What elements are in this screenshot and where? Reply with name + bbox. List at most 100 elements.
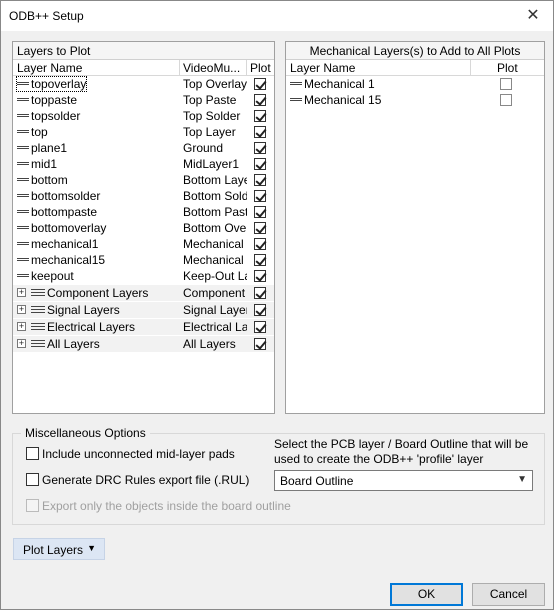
close-icon[interactable]: ✕: [523, 5, 543, 25]
mechanical-layers-panel: Mechanical Layers(s) to Add to All Plots…: [285, 41, 545, 414]
layer-row[interactable]: topoverlay Top Overlay: [13, 76, 274, 92]
layer-name-text: topoverlay: [31, 77, 87, 91]
layer-row[interactable]: toppaste Top Paste: [13, 92, 274, 108]
generate-drc-option[interactable]: Generate DRC Rules export file (.RUL): [26, 473, 266, 487]
mech-col-plot[interactable]: Plot: [497, 61, 518, 75]
layer-group-video-name: Component: [183, 286, 246, 300]
plot-checkbox[interactable]: [254, 222, 266, 234]
cancel-button[interactable]: Cancel: [472, 583, 545, 606]
layer-row[interactable]: top Top Layer: [13, 124, 274, 140]
layer-video-name: Bottom Sold: [183, 189, 247, 203]
plot-checkbox[interactable]: [254, 270, 266, 282]
layers-to-plot-panel: Layers to Plot Layer Name VideoMu... Plo…: [12, 41, 275, 414]
layer-stack-icon: [31, 340, 45, 348]
plot-checkbox[interactable]: [254, 254, 266, 266]
layer-name: top: [17, 125, 48, 139]
layer-group-video-name: Signal Layers: [183, 303, 247, 317]
include-unconnected-option[interactable]: Include unconnected mid-layer pads: [26, 447, 266, 461]
layer-group-list: + Component Layers Component + Signal Layers…: [13, 284, 274, 352]
generate-drc-checkbox[interactable]: [26, 473, 39, 486]
export-inside-label: Export only the objects inside the board…: [42, 499, 291, 513]
plot-checkbox[interactable]: [254, 94, 266, 106]
plot-checkbox[interactable]: [254, 174, 266, 186]
chevron-down-icon: ▼: [517, 474, 527, 485]
layer-group-name: Signal Layers: [31, 303, 120, 317]
layer-row[interactable]: bottomoverlay Bottom Over: [13, 220, 274, 236]
layer-row[interactable]: topsolder Top Solder: [13, 108, 274, 124]
layer-name: bottom: [17, 173, 68, 187]
layer-row[interactable]: plane1 Ground: [13, 140, 274, 156]
plot-checkbox[interactable]: [254, 158, 266, 170]
mech-layer-name: Mechanical 1: [290, 77, 375, 91]
layer-video-name: Ground: [183, 141, 224, 155]
mech-plot-checkbox[interactable]: [500, 78, 512, 90]
layer-icon: [17, 210, 29, 214]
layer-row[interactable]: keepout Keep-Out La: [13, 268, 274, 284]
group-plot-checkbox[interactable]: [254, 304, 266, 316]
layer-group-name-text: All Layers: [47, 337, 100, 351]
layer-icon: [17, 146, 29, 150]
expand-icon[interactable]: +: [17, 288, 26, 297]
layer-group-row[interactable]: + Component Layers Component: [13, 284, 274, 301]
profile-layer-select[interactable]: Board Outline ▼: [274, 470, 533, 491]
plot-checkbox[interactable]: [254, 238, 266, 250]
group-plot-checkbox[interactable]: [254, 287, 266, 299]
layer-name-text: bottompaste: [31, 205, 98, 219]
group-plot-checkbox[interactable]: [254, 321, 266, 333]
plot-checkbox[interactable]: [254, 126, 266, 138]
plot-checkbox[interactable]: [254, 78, 266, 90]
layer-name-text: topsolder: [31, 109, 81, 123]
plot-checkbox[interactable]: [254, 206, 266, 218]
layer-group-row[interactable]: + Electrical Layers Electrical Lay: [13, 318, 274, 335]
plot-checkbox[interactable]: [254, 110, 266, 122]
layer-group-row[interactable]: + Signal Layers Signal Layers: [13, 301, 274, 318]
layer-group-row[interactable]: + All Layers All Layers: [13, 335, 274, 352]
layer-row[interactable]: bottomsolder Bottom Sold: [13, 188, 274, 204]
include-unconnected-checkbox[interactable]: [26, 447, 39, 460]
layer-stack-icon: [31, 289, 45, 297]
expand-icon[interactable]: +: [17, 339, 26, 348]
layer-row[interactable]: mechanical1 Mechanical 1: [13, 236, 274, 252]
layer-stack-icon: [31, 306, 45, 314]
layer-name-text: keepout: [31, 269, 74, 283]
mech-layer-row[interactable]: Mechanical 1: [286, 76, 544, 92]
layer-row[interactable]: mid1 MidLayer1: [13, 156, 274, 172]
layer-row[interactable]: bottompaste Bottom Past: [13, 204, 274, 220]
layer-name-text: bottom: [31, 173, 68, 187]
layer-name: mechanical1: [17, 237, 98, 251]
layer-row[interactable]: mechanical15 Mechanical 1: [13, 252, 274, 268]
col-video-mu[interactable]: VideoMu...: [183, 61, 240, 75]
layer-icon: [17, 98, 29, 102]
layer-name-text: mechanical1: [31, 237, 99, 251]
expand-icon[interactable]: +: [17, 322, 26, 331]
dialog-footer: OK Cancel: [1, 573, 553, 609]
layer-name: topoverlay: [15, 76, 88, 92]
profile-layer-note: Select the PCB layer / Board Outline tha…: [274, 437, 529, 466]
layer-icon: [17, 178, 29, 182]
layer-name-text: plane1: [31, 141, 68, 155]
layer-icon: [17, 194, 29, 198]
expand-icon[interactable]: +: [17, 305, 26, 314]
col-plot[interactable]: Plot: [250, 61, 271, 75]
layer-name-text: mid1: [31, 157, 58, 171]
mech-col-layer-name[interactable]: Layer Name: [290, 61, 355, 75]
layer-name: bottomsolder: [17, 189, 100, 203]
mech-layer-name-text: Mechanical 1: [304, 77, 375, 91]
misc-options-title: Miscellaneous Options: [21, 426, 150, 440]
layer-group-video-name: Electrical Lay: [183, 320, 247, 334]
plot-checkbox[interactable]: [254, 142, 266, 154]
mech-layer-name: Mechanical 15: [290, 93, 381, 107]
layer-group-video-name: All Layers: [183, 337, 236, 351]
ok-button[interactable]: OK: [390, 583, 463, 606]
col-layer-name[interactable]: Layer Name: [17, 61, 82, 75]
mech-plot-checkbox[interactable]: [500, 94, 512, 106]
layer-name: plane1: [17, 141, 67, 155]
dialog-title: ODB++ Setup: [9, 9, 84, 23]
group-plot-checkbox[interactable]: [254, 338, 266, 350]
plot-layers-button[interactable]: Plot Layers ▼: [13, 538, 105, 560]
layer-video-name: Keep-Out La: [183, 269, 247, 283]
plot-checkbox[interactable]: [254, 190, 266, 202]
layer-stack-icon: [31, 323, 45, 331]
mech-layer-row[interactable]: Mechanical 15: [286, 92, 544, 108]
layer-row[interactable]: bottom Bottom Laye: [13, 172, 274, 188]
